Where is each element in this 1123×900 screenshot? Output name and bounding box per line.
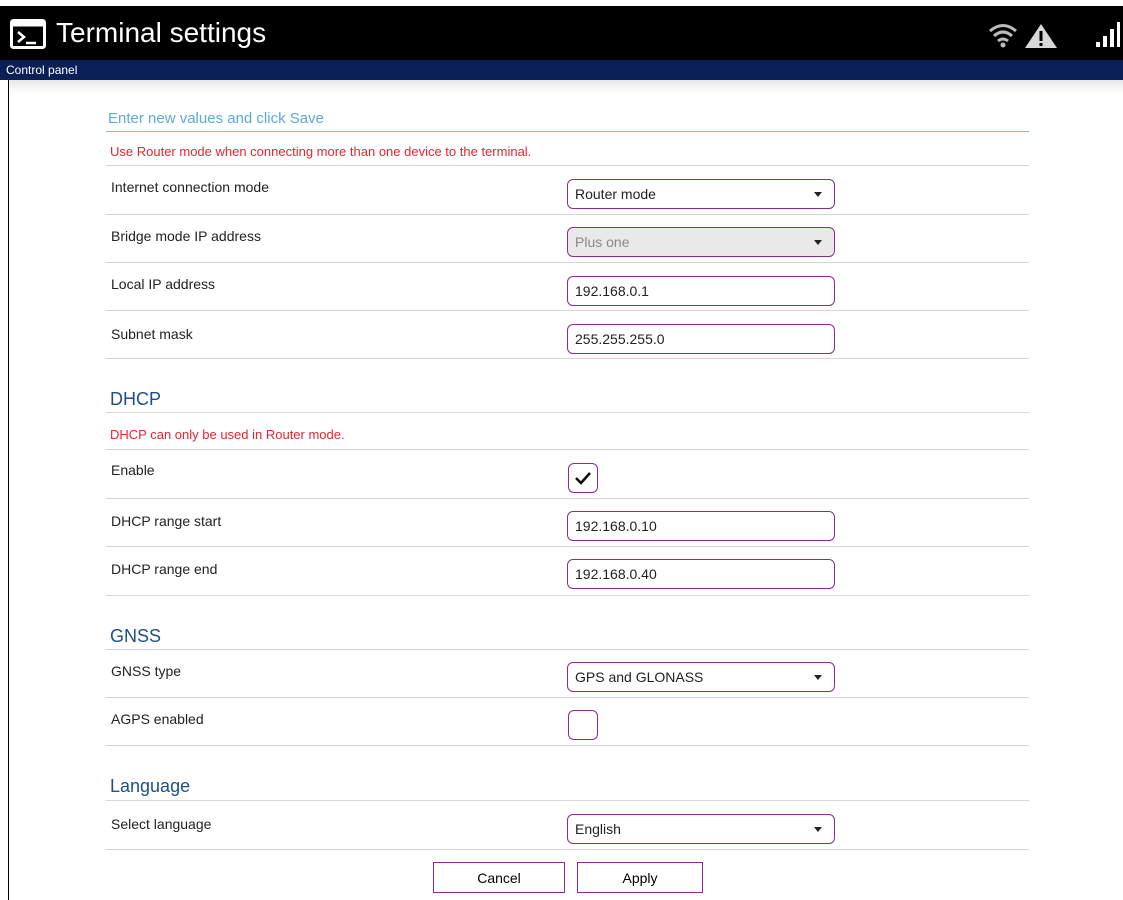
checkmark-icon bbox=[575, 472, 591, 485]
dhcp-range-end-input[interactable]: 192.168.0.40 bbox=[567, 559, 835, 589]
local-ip-label: Local IP address bbox=[111, 276, 216, 292]
local-ip-input[interactable]: 192.168.0.1 bbox=[567, 276, 835, 306]
dhcp-range-end-label: DHCP range end bbox=[111, 561, 218, 577]
terminal-icon bbox=[10, 19, 46, 49]
row-divider bbox=[106, 449, 1029, 450]
row-divider bbox=[106, 165, 1029, 166]
gnss-type-label: GNSS type bbox=[111, 663, 182, 679]
apply-button[interactable]: Apply bbox=[577, 862, 703, 893]
dhcp-range-start-label: DHCP range start bbox=[111, 513, 222, 529]
content-border bbox=[8, 80, 9, 900]
row-divider bbox=[106, 697, 1029, 698]
row-divider bbox=[106, 498, 1029, 499]
section-divider bbox=[106, 412, 1029, 413]
control-panel-bar: Control panel bbox=[0, 60, 1123, 80]
content-shadow bbox=[9, 80, 1123, 94]
chevron-down-icon bbox=[814, 240, 822, 245]
dhcp-range-start-input[interactable]: 192.168.0.10 bbox=[567, 511, 835, 541]
subnet-mask-value: 255.255.255.0 bbox=[575, 331, 665, 347]
agps-label: AGPS enabled bbox=[111, 711, 204, 727]
router-mode-note: Use Router mode when connecting more tha… bbox=[110, 144, 532, 159]
section-divider bbox=[106, 595, 1029, 596]
language-section-title: Language bbox=[110, 776, 191, 796]
wifi-icon bbox=[989, 24, 1017, 48]
chevron-down-icon bbox=[814, 827, 822, 832]
subnet-mask-label: Subnet mask bbox=[111, 326, 193, 342]
section-divider bbox=[106, 358, 1029, 359]
agps-checkbox[interactable] bbox=[568, 710, 598, 740]
row-divider bbox=[106, 310, 1029, 311]
bridge-ip-label: Bridge mode IP address bbox=[111, 228, 261, 244]
row-divider bbox=[106, 214, 1029, 215]
connection-mode-value: Router mode bbox=[575, 186, 656, 202]
signal-icon bbox=[1096, 22, 1120, 47]
section-divider bbox=[106, 649, 1029, 650]
dhcp-section-title: DHCP bbox=[110, 389, 162, 409]
connection-mode-select[interactable]: Router mode bbox=[567, 179, 835, 209]
chevron-down-icon bbox=[814, 192, 822, 197]
gnss-type-value: GPS and GLONASS bbox=[575, 669, 704, 685]
section-divider bbox=[106, 745, 1029, 746]
bridge-ip-select[interactable]: Plus one bbox=[567, 227, 835, 257]
control-panel-link[interactable]: Control panel bbox=[6, 63, 77, 77]
cancel-button[interactable]: Cancel bbox=[433, 862, 565, 893]
page-title: Terminal settings bbox=[56, 17, 267, 48]
dhcp-range-start-value: 192.168.0.10 bbox=[575, 518, 657, 534]
connection-mode-label: Internet connection mode bbox=[111, 179, 269, 195]
dhcp-range-end-value: 192.168.0.40 bbox=[575, 566, 657, 582]
gnss-section-title: GNSS bbox=[110, 626, 162, 646]
dhcp-note: DHCP can only be used in Router mode. bbox=[110, 427, 345, 442]
section-divider bbox=[106, 800, 1029, 801]
dhcp-enable-checkbox[interactable] bbox=[568, 463, 598, 493]
local-ip-value: 192.168.0.1 bbox=[575, 283, 649, 299]
app-header: Terminal settings bbox=[0, 6, 1123, 60]
row-divider bbox=[106, 849, 1029, 850]
row-divider bbox=[106, 546, 1029, 547]
language-label: Select language bbox=[111, 816, 212, 832]
chevron-down-icon bbox=[814, 675, 822, 680]
form-instruction: Enter new values and click Save bbox=[108, 110, 324, 127]
subnet-mask-input[interactable]: 255.255.255.0 bbox=[567, 324, 835, 354]
dhcp-enable-label: Enable bbox=[111, 462, 155, 478]
intro-divider bbox=[106, 131, 1029, 132]
gnss-type-select[interactable]: GPS and GLONASS bbox=[567, 662, 835, 692]
warning-icon bbox=[1025, 24, 1057, 48]
language-value: English bbox=[575, 821, 621, 837]
row-divider bbox=[106, 262, 1029, 263]
bridge-ip-value: Plus one bbox=[575, 234, 630, 250]
language-select[interactable]: English bbox=[567, 814, 835, 844]
